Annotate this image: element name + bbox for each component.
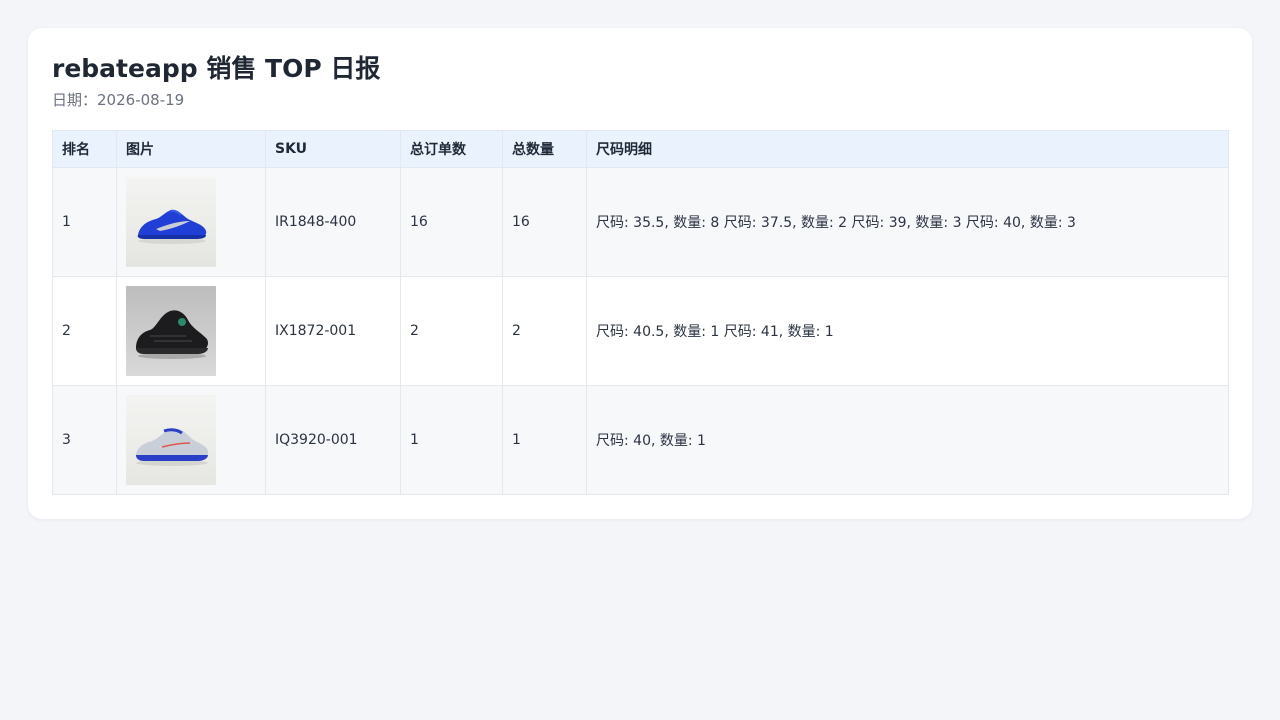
black-sneaker-image [126, 286, 216, 376]
cell-sku: IX1872-001 [265, 276, 401, 386]
table-row: 3 IQ3920-001 1 1 尺码: 40, 数量: 1 [52, 385, 1229, 495]
cell-image [116, 167, 266, 277]
cell-orders: 2 [400, 276, 503, 386]
column-header-image: 图片 [116, 130, 266, 168]
blue-sneaker-image [126, 177, 216, 267]
cell-rank: 2 [52, 276, 117, 386]
column-header-orders: 总订单数 [400, 130, 503, 168]
white-blue-sneaker-image [126, 395, 216, 485]
column-header-quantity: 总数量 [502, 130, 587, 168]
sales-table: 排名 图片 SKU 总订单数 总数量 尺码明细 1 IR1848-400 16 … [52, 130, 1229, 495]
cell-image [116, 385, 266, 495]
cell-sku: IR1848-400 [265, 167, 401, 277]
cell-rank: 1 [52, 167, 117, 277]
cell-quantity: 16 [502, 167, 587, 277]
table-row: 1 IR1848-400 16 16 尺码: 35.5, 数量: 8 尺码: 3… [52, 167, 1229, 277]
cell-sku: IQ3920-001 [265, 385, 401, 495]
column-header-rank: 排名 [52, 130, 117, 168]
date-value: 2026-08-19 [97, 91, 185, 109]
column-header-sizes: 尺码明细 [586, 130, 1229, 168]
date-label: 日期： [52, 91, 98, 109]
cell-quantity: 2 [502, 276, 587, 386]
cell-rank: 3 [52, 385, 117, 495]
table-header-row: 排名 图片 SKU 总订单数 总数量 尺码明细 [52, 130, 1229, 168]
cell-sizes: 尺码: 40, 数量: 1 [586, 385, 1229, 495]
column-header-sku: SKU [265, 130, 401, 168]
cell-sizes: 尺码: 40.5, 数量: 1 尺码: 41, 数量: 1 [586, 276, 1229, 386]
cell-quantity: 1 [502, 385, 587, 495]
cell-sizes: 尺码: 35.5, 数量: 8 尺码: 37.5, 数量: 2 尺码: 39, … [586, 167, 1229, 277]
cell-orders: 16 [400, 167, 503, 277]
report-card: rebateapp 销售 TOP 日报 日期：2026-08-19 排名 图片 … [28, 28, 1252, 519]
page-title: rebateapp 销售 TOP 日报 [52, 54, 381, 83]
cell-orders: 1 [400, 385, 503, 495]
table-row: 2 IX1872-001 2 2 尺码: 40.5, 数量: 1 尺码: 41,… [52, 276, 1229, 386]
report-date: 日期：2026-08-19 [52, 90, 1228, 110]
cell-image [116, 276, 266, 386]
